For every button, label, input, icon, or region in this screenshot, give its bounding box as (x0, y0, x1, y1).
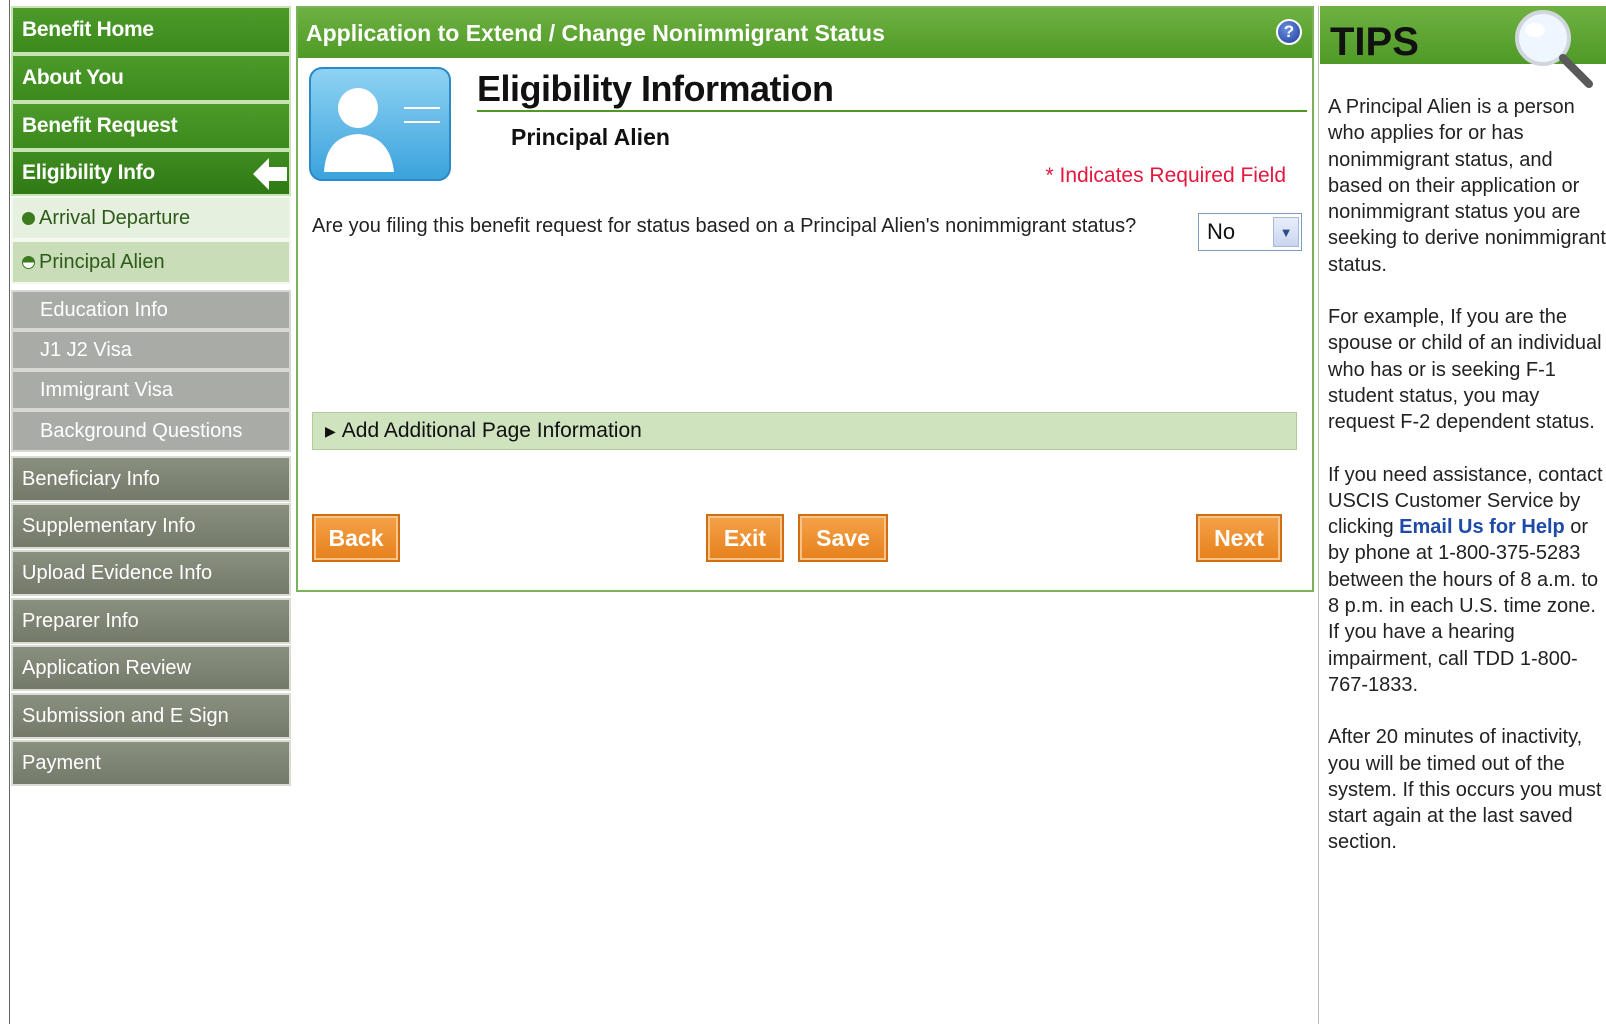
sidebar-item-about-you[interactable]: About You (11, 54, 291, 102)
save-button-label: Save (816, 524, 870, 551)
help-icon[interactable]: ? (1276, 19, 1302, 45)
subsection-title: Principal Alien (511, 124, 670, 150)
sidebar-item-benefit-request[interactable]: Benefit Request (11, 102, 291, 150)
sidebar-item-label: Application Review (22, 656, 191, 679)
next-button-label: Next (1214, 524, 1264, 551)
sidebar-item-preparer-info[interactable]: Preparer Info (11, 598, 291, 644)
sidebar-item-beneficiary-info[interactable]: Beneficiary Info (11, 456, 291, 502)
tip-assistance: If you need assistance, contact USCIS Cu… (1328, 462, 1606, 699)
sidebar-item-supplementary-info[interactable]: Supplementary Info (11, 503, 291, 549)
select-value: No (1207, 219, 1236, 244)
sidebar-item-label: Benefit Request (22, 114, 178, 137)
main-panel: Application to Extend / Change Nonimmigr… (296, 6, 1314, 592)
back-button[interactable]: Back (312, 514, 400, 562)
tips-panel: TIPS A Principal Alien is a person who a… (1318, 6, 1606, 1024)
expand-triangle-icon: ▶ (325, 422, 336, 439)
sidebar-item-submission-e-sign[interactable]: Submission and E Sign (11, 693, 291, 739)
sidebar-item-label: Preparer Info (22, 609, 139, 632)
exit-button-label: Exit (723, 524, 767, 551)
page-header: Application to Extend / Change Nonimmigr… (298, 8, 1312, 58)
sidebar-item-label: Submission and E Sign (22, 704, 229, 727)
sidebar-item-arrival-departure[interactable]: Arrival Departure (11, 196, 291, 240)
completed-bullet-icon (22, 211, 35, 225)
sidebar-item-education-info[interactable]: Education Info (11, 290, 291, 330)
page-title: Application to Extend / Change Nonimmigr… (306, 19, 885, 46)
sidebar-item-label: Background Questions (40, 419, 243, 442)
email-us-link[interactable]: Email Us for Help (1399, 516, 1565, 538)
back-button-label: Back (328, 524, 384, 551)
tip-example: For example, If you are the spouse or ch… (1328, 306, 1602, 434)
sidebar-item-immigrant-visa[interactable]: Immigrant Visa (11, 370, 291, 410)
sidebar-item-label: Benefit Home (22, 18, 154, 41)
sidebar-item-j1-j2-visa[interactable]: J1 J2 Visa (11, 330, 291, 370)
sidebar-item-label: Upload Evidence Info (22, 561, 213, 584)
exit-button[interactable]: Exit (706, 514, 784, 562)
back-arrow-icon (253, 158, 287, 190)
sidebar-item-background-questions[interactable]: Background Questions (11, 410, 291, 452)
sidebar-item-eligibility-info[interactable]: Eligibility Info (11, 150, 291, 196)
sidebar-item-application-review[interactable]: Application Review (11, 645, 291, 691)
tips-title: TIPS (1330, 20, 1419, 64)
tips-content: A Principal Alien is a person who applie… (1328, 94, 1606, 882)
tip-timeout: After 20 minutes of inactivity, you will… (1328, 726, 1602, 854)
add-info-label: Add Additional Page Information (341, 419, 642, 442)
sidebar-item-payment[interactable]: Payment (11, 740, 291, 786)
tip-assistance-text-2: or by phone at 1-800-375-5283 between th… (1328, 516, 1599, 696)
add-additional-info-toggle[interactable]: ▶ Add Additional Page Information (312, 412, 1297, 450)
tip-principal-alien-definition: A Principal Alien is a person who applie… (1328, 96, 1606, 276)
sidebar-item-label: Supplementary Info (22, 514, 196, 537)
sidebar-item-label: Payment (22, 751, 101, 774)
magnifier-icon (1515, 10, 1593, 88)
sidebar-item-upload-evidence-info[interactable]: Upload Evidence Info (11, 550, 291, 596)
sidebar-item-label: Education Info (40, 298, 168, 321)
chevron-down-icon[interactable]: ▼ (1273, 217, 1299, 247)
sidebar-item-label: Immigrant Visa (40, 378, 174, 401)
left-border (9, 0, 10, 1024)
section-title: Eligibility Information (477, 68, 834, 109)
sidebar-item-benefit-home[interactable]: Benefit Home (11, 6, 291, 54)
required-field-note: * Indicates Required Field (1045, 164, 1286, 187)
tips-divider (1318, 6, 1319, 1024)
principal-alien-select[interactable]: No ▼ (1198, 213, 1302, 251)
help-icon-glyph: ? (1283, 22, 1295, 41)
sidebar-item-label: Beneficiary Info (22, 467, 160, 490)
person-card-icon (309, 67, 451, 181)
next-button[interactable]: Next (1196, 514, 1282, 562)
sidebar-item-label: About You (22, 66, 124, 89)
principal-alien-question: Are you filing this benefit request for … (312, 215, 1137, 237)
sidebar-item-label: Principal Alien (39, 250, 165, 273)
sidebar-item-principal-alien[interactable]: Principal Alien (11, 240, 291, 284)
in-progress-bullet-icon (22, 255, 35, 269)
sidebar-item-label: Eligibility Info (22, 161, 155, 184)
title-divider (477, 110, 1307, 112)
sidebar-item-label: J1 J2 Visa (40, 338, 132, 361)
save-button[interactable]: Save (798, 514, 888, 562)
sidebar-item-label: Arrival Departure (39, 206, 191, 229)
